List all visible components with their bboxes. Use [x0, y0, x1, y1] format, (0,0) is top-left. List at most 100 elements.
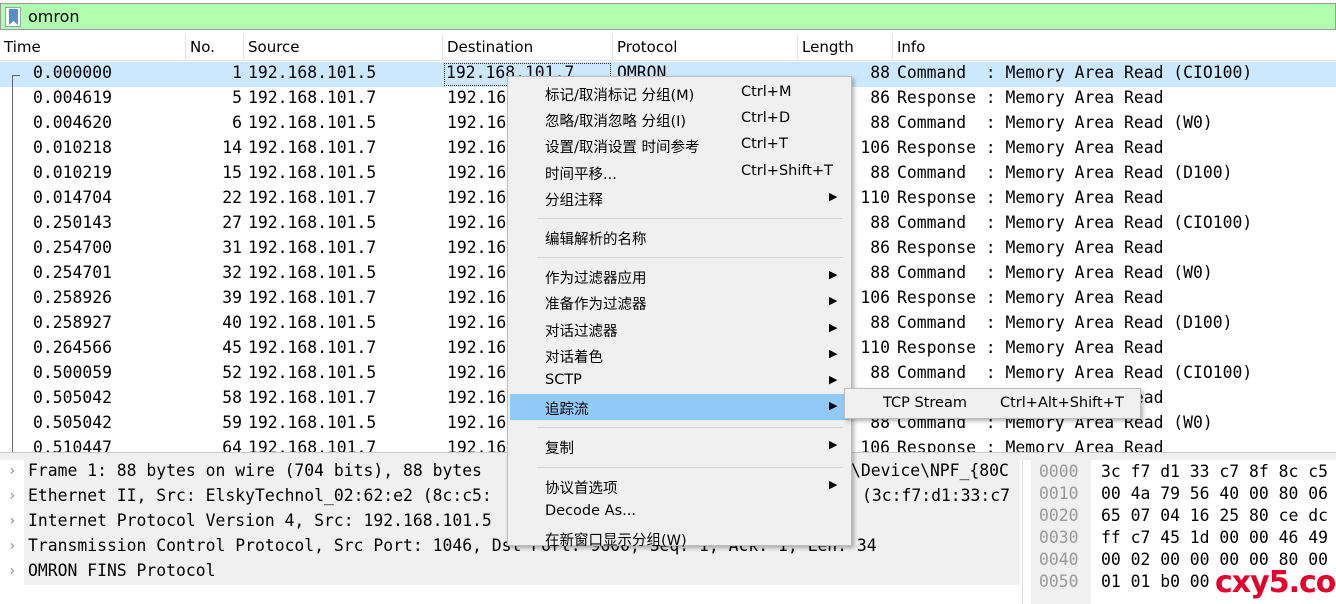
detail-tree-item[interactable]: › OMRON FINS Protocol: [0, 560, 1020, 585]
menu-item[interactable]: 设置/取消设置 时间参考 Ctrl+T: [510, 132, 849, 158]
menu-item[interactable]: 复制 ▶: [510, 433, 849, 459]
expand-arrow-icon[interactable]: ›: [8, 488, 16, 504]
column-header-no[interactable]: No.: [186, 34, 244, 61]
menu-item-label: 时间平移...: [545, 166, 617, 183]
packet-source: 192.168.101.7: [248, 138, 377, 157]
packet-time: 0.505042: [33, 388, 112, 407]
hex-offset: 0050: [1039, 572, 1079, 591]
context-menu: 标记/取消标记 分组(M) Ctrl+M 忽略/取消忽略 分组(I) Ctrl+D 设置…: [507, 76, 852, 549]
menu-item[interactable]: 分组注释 ▶: [510, 185, 849, 211]
hex-offset: 0020: [1039, 506, 1079, 525]
menu-item-tcp-stream[interactable]: TCP Stream Ctrl+Alt+Shift+T: [847, 391, 1138, 417]
packet-info: Command : Memory Area Read (D100): [897, 163, 1233, 182]
packet-number: 58: [222, 388, 242, 407]
menu-item[interactable]: 在新窗口显示分组(W): [510, 525, 849, 551]
packet-info: Command : Memory Area Read (W0): [897, 113, 1213, 132]
menu-item[interactable]: 准备作为过滤器 ▶: [510, 289, 849, 315]
menu-item[interactable]: 追踪流 ▶: [510, 394, 849, 421]
menu-item-label: SCTP: [545, 372, 582, 388]
menu-item-label: 对话着色: [545, 349, 603, 366]
menu-item-shortcut: Ctrl+T: [741, 136, 788, 153]
packet-source: 192.168.101.5: [248, 63, 377, 82]
menu-item-label: TCP Stream: [883, 395, 967, 411]
packet-info: Response : Memory Area Read: [897, 138, 1164, 157]
submenu-arrow-icon: ▶: [829, 320, 838, 334]
expand-arrow-icon[interactable]: ›: [8, 563, 16, 579]
packet-info: Response : Memory Area Read: [897, 288, 1164, 307]
detail-text-tail: \Device\NPF_{80C: [851, 461, 1009, 480]
column-header-info[interactable]: Info: [893, 34, 1336, 61]
hex-bytes[interactable]: ff c7 45 1d 00 00 46 49: [1101, 528, 1328, 547]
menu-separator: [537, 466, 843, 468]
packet-number: 40: [222, 313, 242, 332]
submenu-arrow-icon: ▶: [829, 346, 838, 360]
packet-number: 27: [222, 213, 242, 232]
menu-item-label: 协议首选项: [545, 480, 618, 497]
packet-info: Command : Memory Area Read (CIO100): [897, 363, 1253, 382]
menu-item[interactable]: 对话过滤器 ▶: [510, 316, 849, 342]
packet-number: 59: [222, 413, 242, 432]
column-header-destination[interactable]: Destination: [443, 34, 613, 61]
menu-item-label: 设置/取消设置 时间参考: [545, 140, 700, 157]
packet-info: Response : Memory Area Read: [897, 438, 1164, 452]
packet-info: Command : Memory Area Read (D100): [897, 313, 1233, 332]
packet-info: Command : Memory Area Read (CIO100): [897, 63, 1253, 82]
menu-item[interactable]: 标记/取消标记 分组(M) Ctrl+M: [510, 80, 849, 106]
column-header-length[interactable]: Length: [798, 34, 893, 61]
display-filter-bar[interactable]: omron: [0, 3, 1336, 30]
menu-item-label: 复制: [545, 441, 574, 458]
column-header-protocol[interactable]: Protocol: [613, 34, 798, 61]
menu-item-label: 编辑解析的名称: [545, 232, 647, 248]
packet-source: 192.168.101.7: [248, 188, 377, 207]
column-header-source[interactable]: Source: [244, 34, 443, 61]
hex-offset: 0030: [1039, 528, 1079, 547]
packet-info: Response : Memory Area Read: [897, 338, 1164, 357]
detail-text-tail: (3c:f7:d1:33:c7: [862, 486, 1011, 505]
hex-bytes[interactable]: 01 01 b0 00: [1101, 572, 1210, 591]
submenu-arrow-icon: ▶: [829, 268, 838, 282]
packet-source: 192.168.101.5: [248, 263, 377, 282]
detail-text: Ethernet II, Src: ElskyTechnol_02:62:e2 …: [28, 486, 492, 505]
menu-separator: [537, 427, 843, 429]
menu-item[interactable]: 时间平移... Ctrl+Shift+T: [510, 159, 849, 185]
packet-source: 192.168.101.7: [248, 388, 377, 407]
expand-arrow-icon[interactable]: ›: [8, 463, 16, 479]
menu-item-label: 对话过滤器: [545, 323, 618, 340]
packet-time: 0.004620: [33, 113, 112, 132]
column-header-time[interactable]: Time: [0, 34, 186, 61]
packet-info: Response : Memory Area Read: [897, 238, 1164, 257]
expand-arrow-icon[interactable]: ›: [8, 538, 16, 554]
packet-time: 0.010219: [33, 163, 112, 182]
menu-item[interactable]: 协议首选项 ▶: [510, 473, 849, 499]
watermark: cxy5.com: [1215, 565, 1336, 600]
menu-item[interactable]: 编辑解析的名称: [510, 224, 849, 250]
menu-item[interactable]: 作为过滤器应用 ▶: [510, 263, 849, 289]
packet-source: 192.168.101.7: [248, 288, 377, 307]
packet-source: 192.168.101.7: [248, 438, 377, 452]
packet-number: 14: [222, 138, 242, 157]
bookmark-icon[interactable]: [5, 7, 21, 27]
expand-arrow-icon[interactable]: ›: [8, 513, 16, 529]
packet-number: 15: [222, 163, 242, 182]
menu-item-label: Decode As...: [545, 502, 636, 519]
packet-info: Command : Memory Area Read (W0): [897, 263, 1213, 282]
packet-time: 0.510447: [33, 438, 112, 452]
menu-item[interactable]: Decode As...: [510, 499, 849, 525]
submenu-arrow-icon: ▶: [829, 399, 838, 413]
hex-bytes[interactable]: 65 07 04 16 25 80 ce dc: [1101, 506, 1328, 525]
submenu-arrow-icon: ▶: [829, 189, 838, 203]
display-filter-input[interactable]: omron: [28, 7, 80, 26]
menu-item-label: 分组注释: [545, 192, 603, 209]
detail-text: Frame 1: 88 bytes on wire (704 bits), 88…: [28, 461, 482, 480]
packet-time: 0.264566: [33, 338, 112, 357]
packet-info: Response : Memory Area Read: [897, 88, 1164, 107]
menu-item-label: 追踪流: [545, 402, 589, 419]
menu-separator: [537, 257, 843, 259]
menu-item[interactable]: SCTP ▶: [510, 368, 849, 394]
menu-item[interactable]: 忽略/取消忽略 分组(I) Ctrl+D: [510, 106, 849, 132]
hex-bytes[interactable]: 3c f7 d1 33 c7 8f 8c c5: [1101, 462, 1328, 481]
hex-bytes[interactable]: 00 4a 79 56 40 00 80 06: [1101, 484, 1328, 503]
packet-source: 192.168.101.5: [248, 213, 377, 232]
packet-info: Command : Memory Area Read (CIO100): [897, 213, 1253, 232]
menu-item[interactable]: 对话着色 ▶: [510, 342, 849, 368]
